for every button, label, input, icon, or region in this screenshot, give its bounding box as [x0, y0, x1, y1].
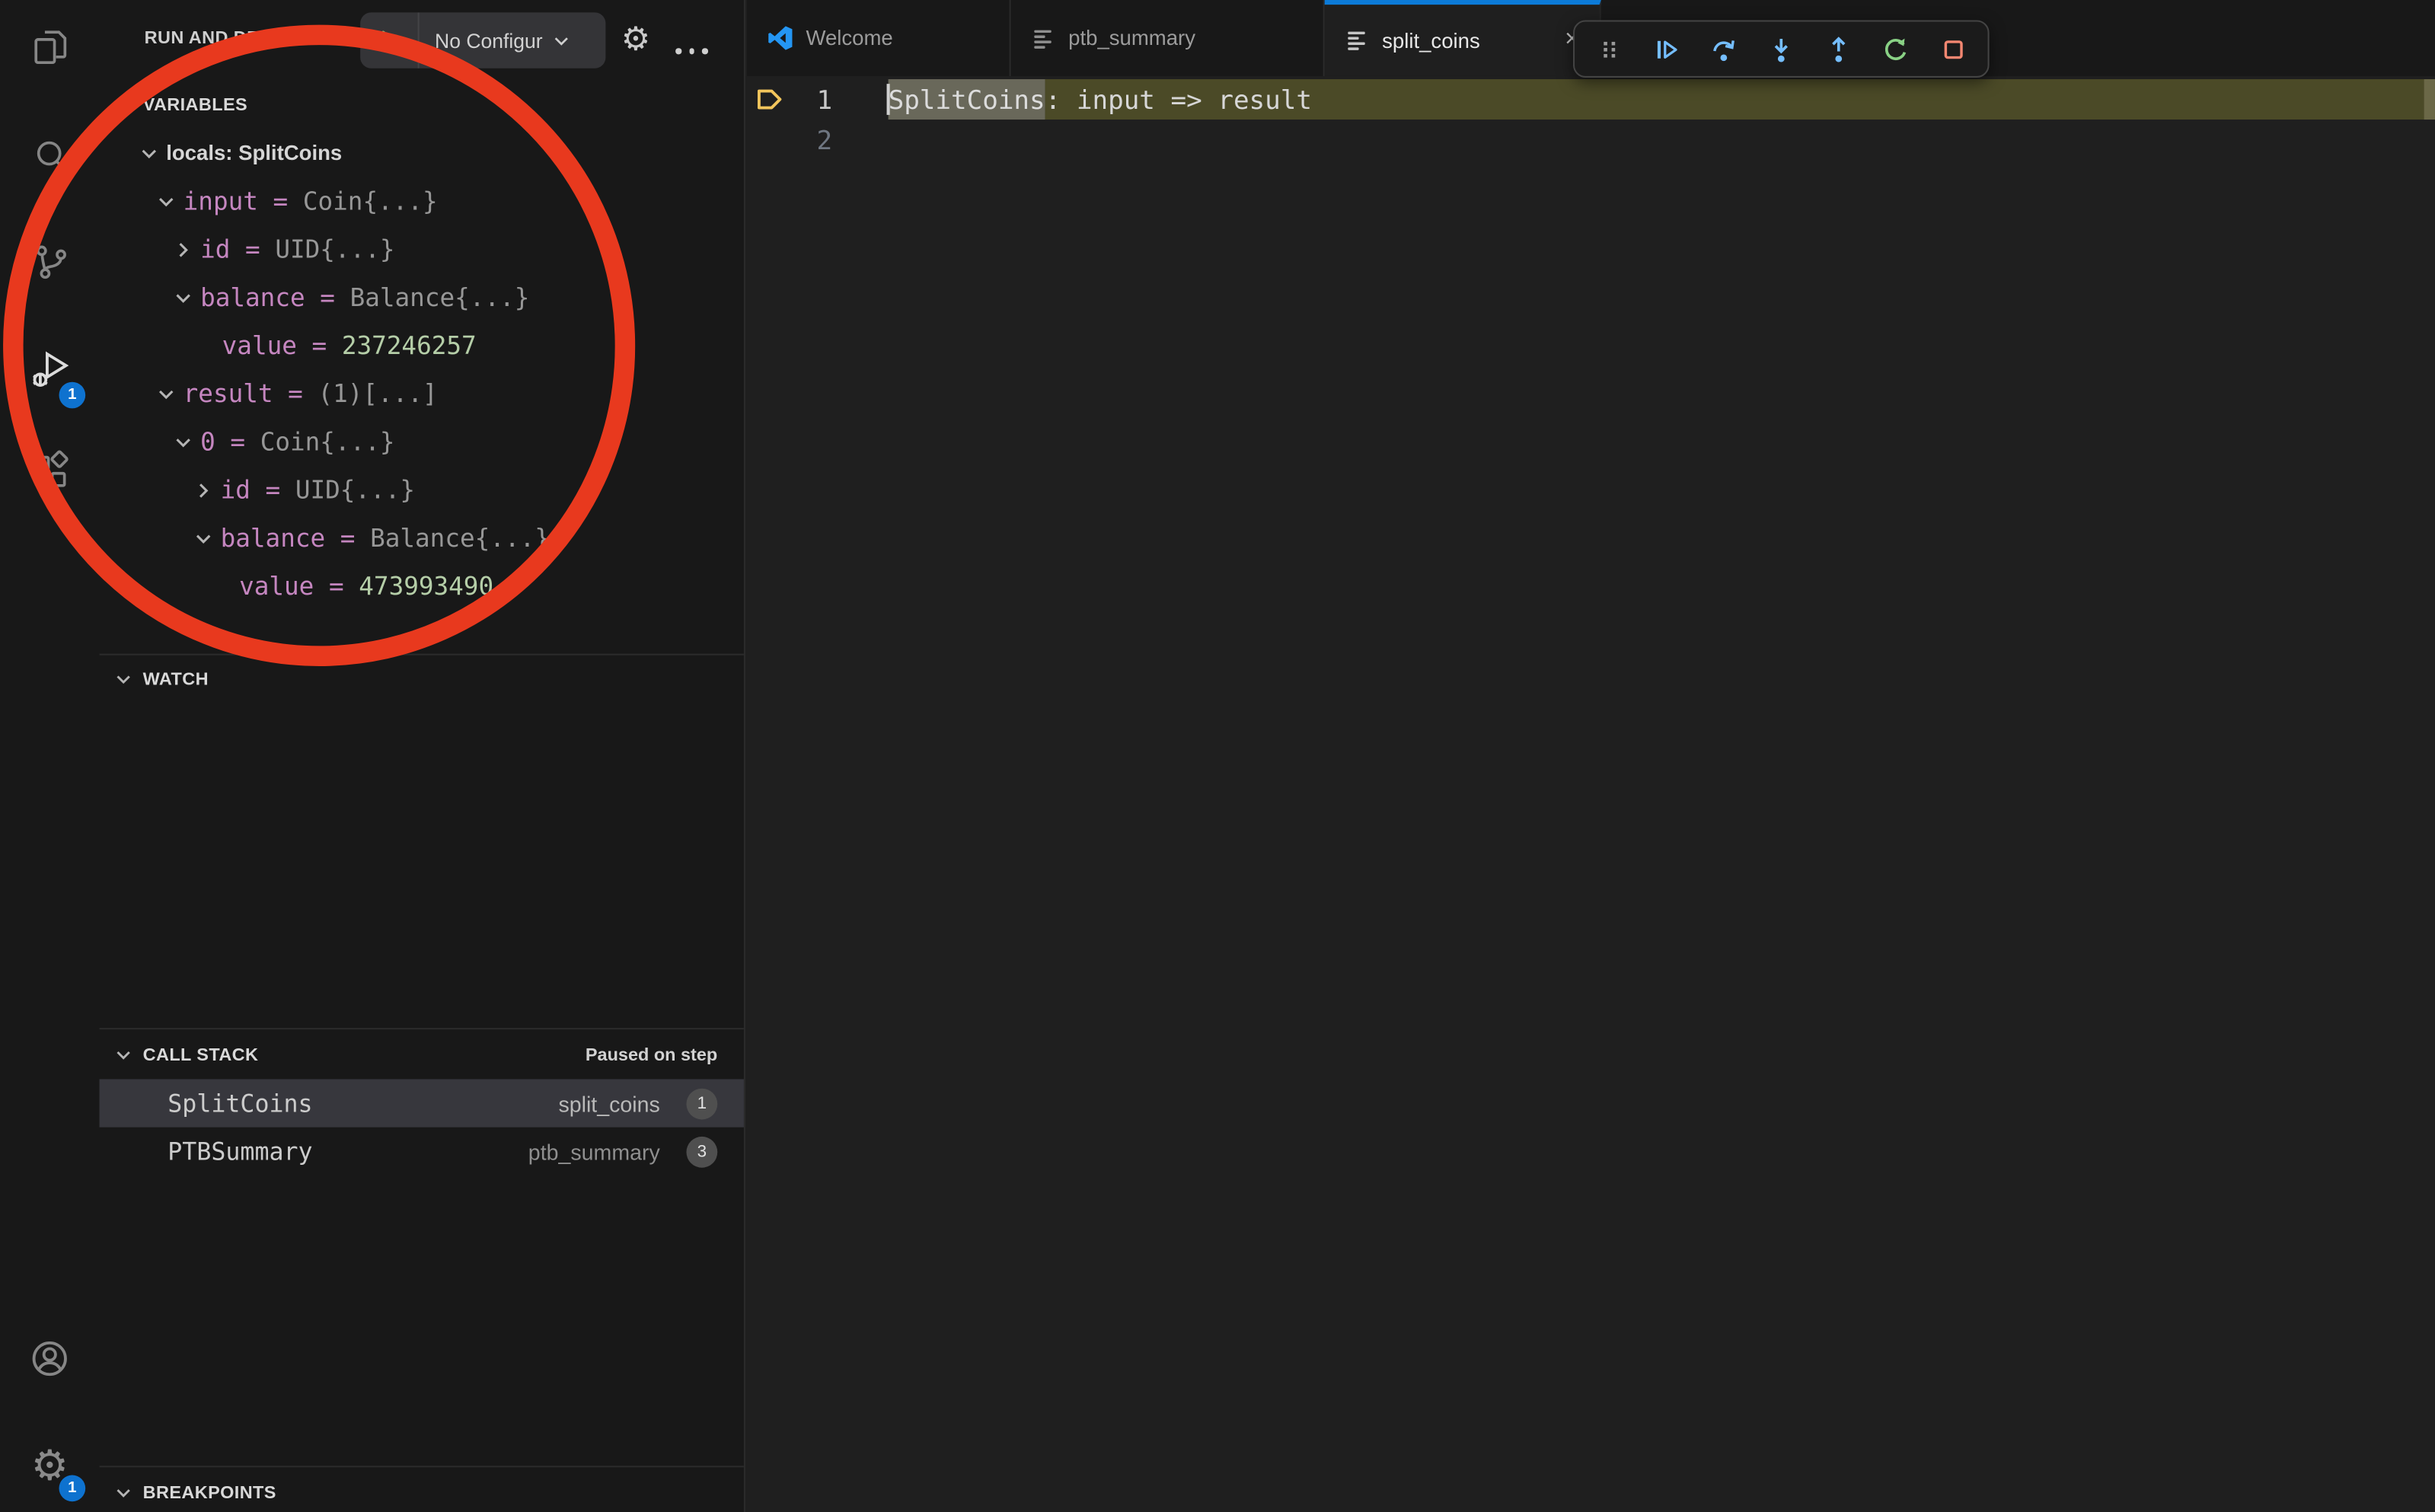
vscode-logo-icon [768, 25, 794, 52]
tab-label: ptb_summary [1068, 27, 1195, 50]
chevron-down-icon [112, 1482, 136, 1505]
chevron-down-icon [551, 29, 574, 53]
more-actions-icon[interactable] [672, 37, 711, 65]
debug-toolbar [1573, 21, 1990, 78]
variable-row-input[interactable]: input = Coin{...} [100, 177, 744, 225]
manage-badge: 1 [59, 1475, 86, 1502]
search-icon [29, 135, 71, 184]
stop-button[interactable] [1939, 35, 1967, 63]
variables-section: VARIABLES locals: SplitCoins input = Coi… [100, 81, 744, 656]
call-stack-frame[interactable]: SplitCoins split_coins 1 [100, 1079, 744, 1127]
file-lines-icon [1031, 26, 1056, 51]
overview-ruler-mark [2424, 79, 2435, 120]
code-line-2[interactable]: 2 [747, 120, 2435, 160]
activity-explorer[interactable] [0, 14, 100, 88]
line-number: 1 [793, 79, 832, 120]
call-stack-frame[interactable]: PTBSummary ptb_summary 3 [100, 1128, 744, 1175]
code-editor[interactable]: 1 SplitCoins : input => result 2 [747, 79, 2435, 160]
restart-button[interactable] [1882, 35, 1910, 63]
account-icon [28, 1336, 72, 1387]
variable-row-id[interactable]: id = UID{...} [100, 466, 744, 514]
debug-badge: 1 [59, 382, 86, 409]
pause-status: Paused on step [586, 1046, 744, 1064]
sidebar-titlebar: RUN AND DEBUG No Configur ⚙ [100, 0, 744, 81]
files-icon [29, 27, 71, 76]
activity-bar: 1 ⚙ 1 [0, 0, 100, 1512]
activity-run-and-debug[interactable]: 1 [0, 336, 100, 410]
breakpoints-section: BREAKPOINTS [100, 1469, 744, 1512]
line-badge: 3 [686, 1136, 717, 1167]
chevron-down-icon[interactable] [154, 381, 179, 407]
chevron-right-icon[interactable] [191, 477, 216, 502]
tab-welcome[interactable]: Welcome [747, 0, 1011, 76]
call-stack-header[interactable]: CALL STACK Paused on step [100, 1031, 744, 1079]
call-stack-section: CALL STACK Paused on step SplitCoins spl… [100, 1031, 744, 1467]
watch-header[interactable]: WATCH [100, 656, 744, 703]
variable-row-balance[interactable]: balance = Balance{...} [100, 514, 744, 562]
tab-ptb-summary[interactable]: ptb_summary [1011, 0, 1325, 76]
activity-manage[interactable]: ⚙ 1 [0, 1428, 100, 1503]
text-cursor [887, 84, 889, 115]
debug-current-step-icon [756, 85, 784, 113]
tab-split-coins[interactable]: split_coins × [1325, 0, 1601, 76]
chevron-down-icon [112, 1044, 136, 1067]
chevron-down-icon [112, 668, 136, 691]
run-and-debug-sidebar: RUN AND DEBUG No Configur ⚙ VARIABLES lo… [100, 0, 745, 1512]
activity-extensions[interactable] [0, 438, 100, 512]
variable-row-result[interactable]: result = (1)[...] [100, 369, 744, 417]
code-line-1[interactable]: 1 SplitCoins : input => result [747, 79, 2435, 120]
editor-group: Welcome ptb_summary split_coins × [747, 0, 2435, 1512]
variable-row-0[interactable]: 0 = Coin{...} [100, 418, 744, 466]
chevron-right-icon[interactable] [171, 237, 196, 262]
play-icon[interactable] [360, 27, 417, 54]
variable-row-id[interactable]: id = UID{...} [100, 225, 744, 273]
line-number: 2 [793, 120, 832, 160]
step-into-button[interactable] [1767, 35, 1795, 63]
debug-settings-gear-icon[interactable]: ⚙ [621, 21, 650, 59]
file-lines-icon [1345, 28, 1370, 53]
sidebar-title: RUN AND DEBUG [145, 30, 300, 48]
activity-search[interactable] [0, 123, 100, 197]
chevron-down-icon[interactable] [136, 141, 161, 166]
activity-source-control[interactable] [0, 228, 100, 303]
chevron-down-icon[interactable] [191, 525, 216, 550]
breakpoints-header[interactable]: BREAKPOINTS [100, 1469, 744, 1512]
highlighted-token: SplitCoins [889, 79, 1045, 120]
watch-section: WATCH [100, 656, 744, 1030]
toolbar-drag-handle[interactable] [1595, 35, 1623, 63]
variable-row-value[interactable]: value = 237246257 [100, 321, 744, 369]
line-badge: 1 [686, 1088, 717, 1119]
start-debugging-dropdown[interactable]: No Configur [360, 12, 605, 68]
step-over-button[interactable] [1709, 35, 1738, 63]
code-text: : input => result [1045, 79, 2435, 120]
variables-header[interactable]: VARIABLES [100, 81, 744, 129]
step-out-button[interactable] [1824, 35, 1853, 63]
chevron-down-icon[interactable] [154, 189, 179, 214]
tab-label: split_coins [1382, 29, 1480, 53]
tab-label: Welcome [806, 27, 893, 50]
variable-row-value[interactable]: value = 473993490 [100, 562, 744, 610]
variables-tree: locals: SplitCoins input = Coin{...} id … [100, 129, 744, 610]
extensions-icon [29, 450, 71, 499]
chevron-down-icon[interactable] [171, 285, 196, 310]
variable-row-balance[interactable]: balance = Balance{...} [100, 273, 744, 321]
variable-row-scope[interactable]: locals: SplitCoins [100, 129, 744, 177]
git-branch-icon [29, 241, 71, 290]
activity-accounts[interactable] [0, 1325, 100, 1399]
vscode-window: 1 ⚙ 1 RUN AND DEBUG No Configur ⚙ [0, 0, 2435, 1512]
chevron-down-icon[interactable] [171, 429, 196, 455]
continue-button[interactable] [1652, 35, 1680, 63]
debug-config-label: No Configur [420, 29, 549, 53]
chevron-down-icon [112, 93, 136, 116]
